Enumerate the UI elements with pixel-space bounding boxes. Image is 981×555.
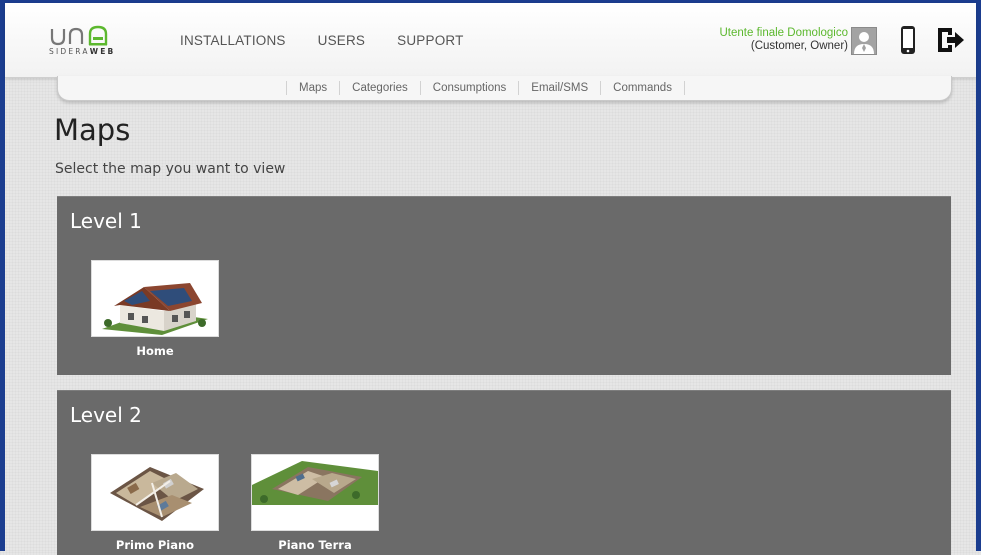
subnav-email-sms[interactable]: Email/SMS: [518, 81, 600, 95]
map-image-piano-terra[interactable]: [251, 454, 379, 531]
map-label[interactable]: Primo Piano: [91, 538, 219, 552]
map-image-primo-piano[interactable]: [91, 454, 219, 531]
map-label[interactable]: Home: [91, 344, 219, 358]
map-thumbnail-home[interactable]: Home: [91, 260, 219, 358]
user-info[interactable]: Utente finale Domologico (Customer, Owne…: [720, 27, 849, 53]
level-2-panel: Level 2 Primo Piano Piano Terra: [57, 390, 951, 555]
logo-brand-text: SIDERAWEB: [49, 47, 116, 56]
nav-support[interactable]: SUPPORT: [397, 33, 463, 48]
mobile-phone-icon[interactable]: [900, 25, 916, 55]
map-image-home[interactable]: [91, 260, 219, 337]
subnav-consumptions[interactable]: Consumptions: [419, 81, 519, 95]
map-thumbnail-piano-terra[interactable]: Piano Terra: [251, 454, 379, 552]
logout-icon[interactable]: [935, 26, 965, 54]
nav-users[interactable]: USERS: [318, 33, 366, 48]
level-title: Level 2: [70, 403, 142, 427]
main-nav: INSTALLATIONS USERS SUPPORT: [180, 33, 464, 48]
una-logo[interactable]: SIDERAWEB: [49, 25, 129, 59]
level-1-panel: Level 1 Home: [57, 196, 951, 375]
subnav-commands[interactable]: Commands: [600, 81, 684, 95]
logo-mark: [50, 25, 108, 46]
page-subtitle: Select the map you want to view: [55, 161, 286, 177]
subnav-categories[interactable]: Categories: [339, 81, 420, 95]
nav-installations[interactable]: INSTALLATIONS: [180, 33, 286, 48]
user-avatar-icon[interactable]: [851, 27, 877, 55]
page-title: Maps: [54, 113, 131, 147]
map-thumbnail-primo-piano[interactable]: Primo Piano: [91, 454, 219, 552]
map-label[interactable]: Piano Terra: [251, 538, 379, 552]
user-role: (Customer, Owner): [750, 40, 848, 52]
user-name[interactable]: Utente finale Domologico: [720, 27, 849, 40]
subnav-maps[interactable]: Maps: [286, 81, 339, 95]
top-header: SIDERAWEB INSTALLATIONS USERS SUPPORT Ut…: [5, 3, 976, 78]
sub-navigation: Maps Categories Consumptions Email/SMS C…: [57, 76, 952, 101]
subnav-divider: [683, 81, 685, 95]
level-title: Level 1: [70, 209, 142, 233]
